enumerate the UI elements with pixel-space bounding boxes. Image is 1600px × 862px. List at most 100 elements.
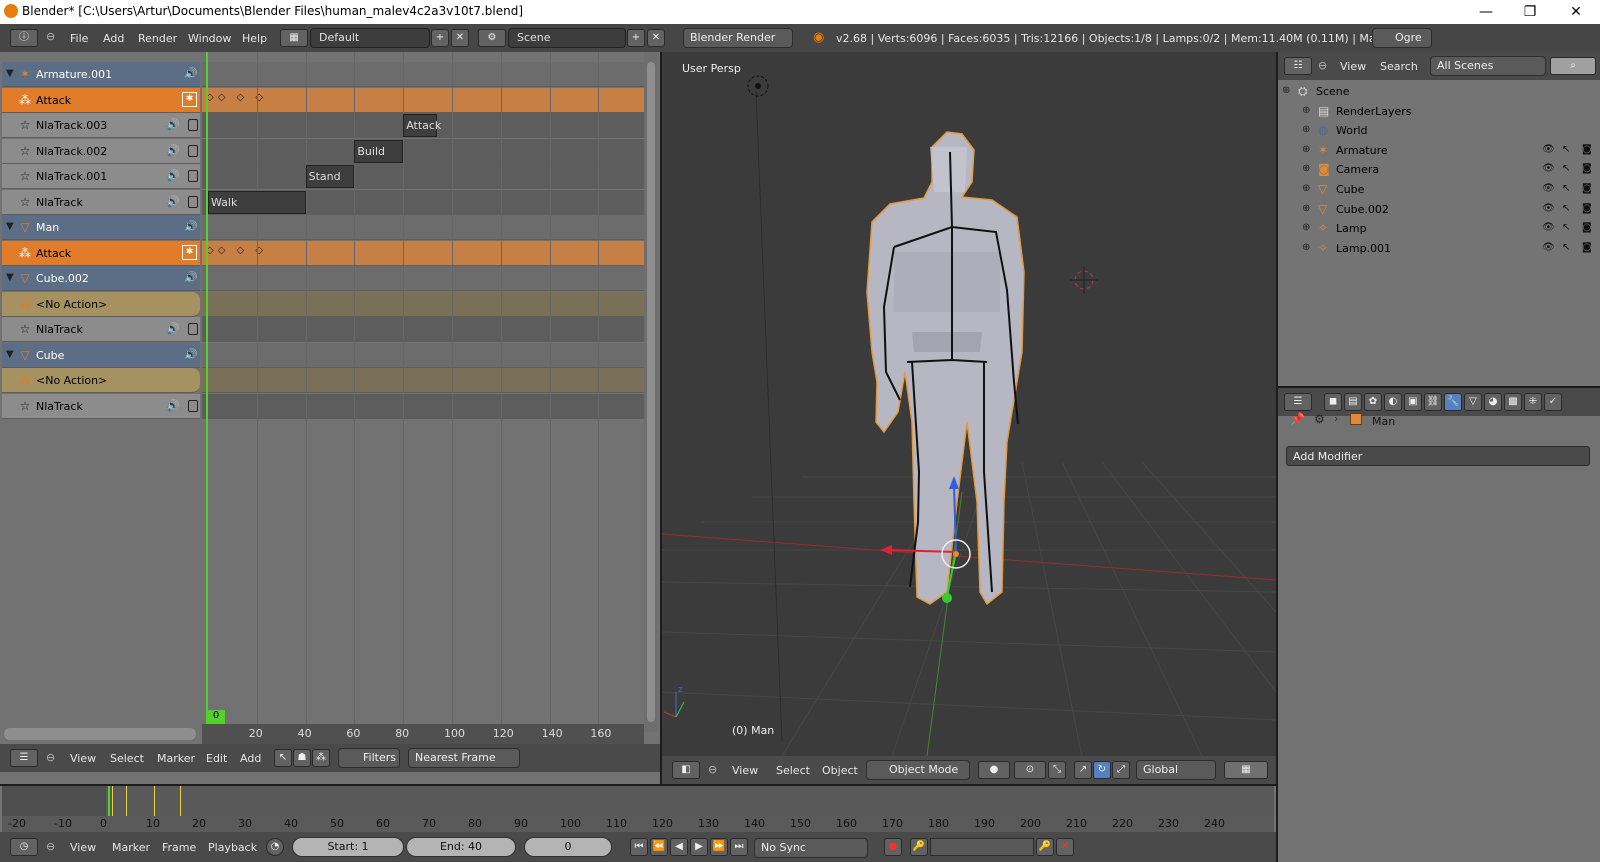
- nla-menu-marker[interactable]: Marker: [157, 752, 195, 765]
- add-modifier-button[interactable]: Add Modifier: [1286, 446, 1590, 466]
- nla-menu-add[interactable]: Add: [240, 752, 261, 765]
- visibility-eye-icon[interactable]: 👁: [1542, 203, 1555, 214]
- nla-playhead[interactable]: [206, 52, 208, 726]
- play-icon[interactable]: ▶: [690, 838, 708, 856]
- visibility-eye-icon[interactable]: 👁: [1542, 222, 1555, 233]
- view3d-menu-view[interactable]: View: [732, 764, 758, 777]
- 3d-viewport[interactable]: User Persp (0) Man z: [662, 52, 1276, 756]
- lamp-object-icon[interactable]: [747, 75, 769, 97]
- delete-keyframe-icon[interactable]: ✕: [1056, 838, 1074, 856]
- remove-layout-icon[interactable]: ✕: [451, 29, 469, 47]
- screen-layout-icon[interactable]: ▦: [280, 29, 308, 47]
- scale-manipulator-icon[interactable]: ⤢: [1112, 761, 1130, 779]
- add-layout-icon[interactable]: +: [431, 29, 449, 47]
- nla-track-row[interactable]: [202, 342, 644, 368]
- insert-keyframe-icon[interactable]: 🔑: [1036, 838, 1054, 856]
- collapse-menu-icon[interactable]: ⊖: [708, 763, 717, 776]
- view3d-menu-select[interactable]: Select: [776, 764, 810, 777]
- render-layers-tab-icon[interactable]: ▤: [1344, 393, 1362, 411]
- object-tab-icon[interactable]: ▣: [1404, 393, 1422, 411]
- nla-menu-edit[interactable]: Edit: [206, 752, 227, 765]
- menu-add[interactable]: Add: [103, 32, 124, 45]
- add-scene-icon[interactable]: +: [627, 29, 645, 47]
- nla-track-row[interactable]: [202, 393, 644, 419]
- nla-strip[interactable]: Walk: [208, 190, 306, 214]
- nla-track-row[interactable]: ◇◇ ◇ ◇: [202, 240, 644, 266]
- scene-field[interactable]: Scene: [508, 28, 626, 48]
- filters-button[interactable]: Filters: [338, 748, 400, 768]
- expand-toggle-icon[interactable]: ⊕: [1302, 242, 1310, 253]
- object-mode-select[interactable]: Object Mode: [866, 760, 970, 780]
- modifiers-tab-icon[interactable]: 🔧: [1444, 393, 1462, 411]
- expand-toggle-icon[interactable]: ⊕: [1302, 222, 1310, 233]
- editor-type-properties-icon[interactable]: ☰: [1284, 393, 1312, 411]
- timeline-menu-marker[interactable]: Marker: [112, 841, 150, 854]
- material-tab-icon[interactable]: ◕: [1484, 393, 1502, 411]
- expand-toggle-icon[interactable]: ⊕: [1282, 85, 1290, 96]
- expand-toggle-icon[interactable]: ⊕: [1302, 183, 1310, 194]
- nla-track-row[interactable]: [202, 164, 644, 189]
- editor-type-timeline-icon[interactable]: ◷: [10, 838, 38, 856]
- outliner-item[interactable]: ⊕ ✧ Lamp.001 👁 ↖ ◙: [1278, 239, 1600, 259]
- translate-manipulator-icon[interactable]: ↗: [1074, 761, 1092, 779]
- nla-strip[interactable]: Build: [354, 139, 404, 163]
- timeline-menu-view[interactable]: View: [70, 841, 96, 854]
- outliner-item[interactable]: ⊕ ✧ Lamp 👁 ↖ ◙: [1278, 219, 1600, 239]
- record-icon[interactable]: ●: [884, 838, 902, 856]
- visibility-eye-icon[interactable]: 👁: [1542, 183, 1555, 194]
- keyframe-markers[interactable]: ◇◇ ◇ ◇: [206, 245, 267, 256]
- editor-type-info-icon[interactable]: ⓘ: [10, 29, 38, 47]
- timeline-menu-frame[interactable]: Frame: [162, 841, 196, 854]
- jump-next-keyframe-icon[interactable]: ⏩: [710, 838, 728, 856]
- selectable-cursor-icon[interactable]: ↖: [1562, 203, 1570, 214]
- rotate-manipulator-icon[interactable]: ↻: [1093, 761, 1111, 779]
- renderable-camera-icon[interactable]: ◙: [1582, 203, 1592, 214]
- minimize-button[interactable]: —: [1466, 2, 1506, 22]
- selectable-cursor-icon[interactable]: ↖: [1562, 144, 1570, 155]
- editor-type-3dview-icon[interactable]: ◧: [672, 761, 700, 779]
- scene-tab-icon[interactable]: ✿: [1364, 393, 1382, 411]
- texture-tab-icon[interactable]: ▩: [1504, 393, 1522, 411]
- nla-track-row[interactable]: [202, 215, 644, 240]
- render-tab-icon[interactable]: ◼: [1324, 393, 1342, 411]
- outliner-item[interactable]: ⊕ ◙ Camera 👁 ↖ ◙: [1278, 160, 1600, 180]
- selectable-cursor-icon[interactable]: ↖: [1562, 222, 1570, 233]
- selectable-cursor-icon[interactable]: ↖: [1562, 242, 1570, 253]
- play-reverse-icon[interactable]: ◀: [670, 838, 688, 856]
- collapse-menu-icon[interactable]: ⊖: [46, 751, 55, 764]
- layers-grid-icon[interactable]: ▦: [1224, 761, 1268, 779]
- renderable-camera-icon[interactable]: ◙: [1582, 222, 1592, 233]
- constraints-tab-icon[interactable]: ⛓: [1424, 393, 1442, 411]
- world-tab-icon[interactable]: ◐: [1384, 393, 1402, 411]
- outliner-item[interactable]: ⊕ ▽ Cube.002 👁 ↖ ◙: [1278, 200, 1600, 220]
- expand-toggle-icon[interactable]: ⊕: [1302, 163, 1310, 174]
- pivot-point-icon[interactable]: ⊙: [1014, 761, 1046, 779]
- nla-strip[interactable]: Stand: [305, 165, 355, 188]
- keyframe-markers[interactable]: ◇◇ ◇ ◇: [206, 92, 267, 103]
- action-icon[interactable]: ⁂: [312, 749, 330, 767]
- preview-range-icon[interactable]: ◔: [266, 838, 284, 856]
- nla-frame-ruler[interactable]: 20 40 60 80 100 120 140 160: [202, 724, 644, 744]
- nla-strip[interactable]: Attack: [403, 114, 441, 137]
- nla-track-area[interactable]: ◇◇ ◇ ◇ ◇◇ ◇ ◇ Attack Build Stand Walk: [0, 52, 660, 732]
- timeline-track[interactable]: [2, 786, 1274, 816]
- outliner-item[interactable]: ⊕ ▽ Cube 👁 ↖ ◙: [1278, 180, 1600, 200]
- expand-toggle-icon[interactable]: ⊕: [1302, 144, 1310, 155]
- outliner-item[interactable]: ⊕ ✶ Armature 👁 ↖ ◙: [1278, 141, 1600, 161]
- renderable-camera-icon[interactable]: ◙: [1582, 242, 1592, 253]
- remove-scene-icon[interactable]: ✕: [647, 29, 665, 47]
- nla-vertical-scrollbar[interactable]: [644, 52, 658, 732]
- outliner-item[interactable]: ⊕ ▤ RenderLayers: [1278, 102, 1600, 122]
- nla-track-row[interactable]: [202, 266, 644, 291]
- menu-window[interactable]: Window: [188, 32, 231, 45]
- menu-file[interactable]: File: [70, 32, 88, 45]
- cursor-select-icon[interactable]: ↖: [274, 749, 292, 767]
- viewport-shading-icon[interactable]: ●: [978, 761, 1010, 779]
- editor-type-nla-icon[interactable]: ☰: [10, 749, 38, 767]
- menu-help[interactable]: Help: [242, 32, 267, 45]
- keying-set-field[interactable]: [930, 838, 1034, 856]
- 3d-cursor-icon[interactable]: [1070, 266, 1098, 294]
- pin-icon[interactable]: 📌: [1290, 412, 1305, 426]
- scene-icon[interactable]: ⚙: [478, 29, 506, 47]
- outliner-menu-view[interactable]: View: [1340, 60, 1366, 73]
